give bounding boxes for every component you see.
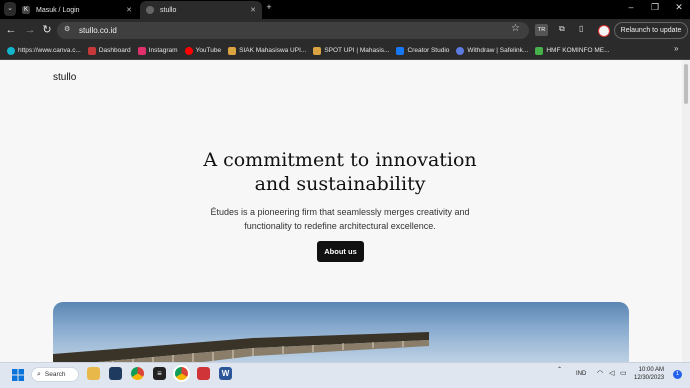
forward-icon[interactable]: → (23, 21, 37, 39)
tab-stullo[interactable]: stullo ✕ (140, 1, 262, 19)
upi-icon (313, 46, 322, 55)
search-label: Search (44, 371, 66, 378)
site-info-icon[interactable]: ⚙ (64, 25, 72, 35)
hero-subtext: Études is a pioneering firm that seamles… (200, 205, 480, 233)
bookmark-label: Instagram (148, 47, 178, 54)
scrollbar[interactable] (682, 60, 690, 362)
globe-icon (146, 6, 154, 14)
chrome-icon[interactable] (131, 367, 144, 380)
headline-line: A commitment to innovation (203, 149, 477, 171)
bookmark-hmf[interactable]: HMF KOMINFO ME... (535, 46, 610, 55)
youtube-icon (184, 46, 193, 55)
sidebar-icon[interactable]: ▯ (579, 24, 583, 33)
bookmark-withdraw[interactable]: Withdraw | Safelink... (456, 46, 529, 55)
time: 10:00 AM (638, 367, 665, 373)
windows-start-icon[interactable] (12, 368, 24, 381)
tab-label: Masuk / Login (36, 6, 80, 14)
new-tab-icon[interactable]: + (262, 2, 276, 12)
reload-icon[interactable]: ↻ (40, 21, 54, 39)
relaunch-button[interactable]: Relaunch to update (614, 22, 688, 39)
taskbar (0, 362, 690, 388)
subtext-line: Études is a pioneering firm that seamles… (210, 207, 470, 217)
search-icon: ⌕ (37, 370, 41, 378)
bookmark-label: SIAK Mahasiswa UPI... (239, 47, 307, 54)
site-logo[interactable]: stullo (53, 72, 76, 83)
bookmark-dashboard[interactable]: Dashboard (87, 46, 131, 55)
word-icon[interactable]: W (219, 367, 232, 380)
notification-badge[interactable]: 1 (673, 370, 682, 379)
wifi-icon[interactable]: ◠ (597, 369, 603, 377)
tab-label: stullo (160, 6, 177, 14)
bookmark-canva[interactable]: https://www.canva.c... (7, 46, 81, 55)
bookmark-siak[interactable]: SIAK Mahasiswa UPI... (228, 46, 307, 55)
hmf-icon (535, 46, 544, 55)
close-tab-icon[interactable]: ✕ (250, 6, 256, 14)
subtext-line: functionality to redefine architectural … (244, 221, 436, 231)
bookmark-label: HMF KOMINFO ME... (546, 47, 610, 54)
date: 12/30/2023 (634, 375, 665, 381)
hero-headline: A commitment to innovation and sustainab… (160, 148, 520, 196)
bookmark-youtube[interactable]: YouTube (184, 46, 222, 55)
about-us-button[interactable]: About us (317, 241, 364, 262)
dashboard-icon (87, 46, 96, 55)
bookmarks-bar: https://www.canva.c... Dashboard Instagr… (0, 42, 690, 60)
capcut-icon[interactable]: ≡ (153, 367, 166, 380)
headline-line: and sustainability (254, 173, 426, 195)
close-window-icon[interactable]: ✕ (672, 2, 686, 13)
safelink-icon (456, 46, 465, 55)
chrome-active-icon[interactable] (175, 367, 188, 380)
bookmarks-overflow-icon[interactable]: » (674, 44, 678, 53)
bookmark-instagram[interactable]: Instagram (137, 46, 178, 55)
scrollbar-thumb[interactable] (684, 64, 688, 104)
extension-badge[interactable]: TR (535, 24, 548, 36)
upi-icon (228, 46, 237, 55)
star-icon[interactable]: ☆ (511, 23, 520, 34)
bookmark-label: YouTube (195, 47, 222, 54)
creator-studio-icon (396, 46, 405, 55)
volume-icon[interactable]: ◁ (609, 369, 614, 377)
instagram-icon (137, 46, 146, 55)
minimize-icon[interactable]: – (624, 2, 638, 12)
bookmark-label: https://www.canva.c... (18, 47, 81, 54)
back-icon[interactable]: ← (4, 21, 18, 39)
extensions-icon[interactable]: ⧉ (559, 24, 565, 34)
bookmark-creator-studio[interactable]: Creator Studio (396, 46, 450, 55)
canva-icon (7, 46, 15, 55)
tray-overflow-icon[interactable]: ⌃ (557, 366, 562, 373)
file-explorer-icon[interactable] (87, 367, 100, 380)
k-icon: K (22, 6, 30, 14)
language-indicator[interactable]: IND (576, 371, 586, 377)
tab-masuk-login[interactable]: K Masuk / Login ✕ (22, 1, 138, 19)
bookmark-label: Creator Studio (407, 47, 450, 54)
bookmark-label: Dashboard (98, 47, 131, 54)
address-bar[interactable] (57, 22, 529, 39)
bookmark-label: SPOT UPI | Mahasis... (324, 47, 390, 54)
bookmark-spot[interactable]: SPOT UPI | Mahasis... (313, 46, 390, 55)
battery-icon[interactable]: ▭ (620, 369, 627, 377)
tab-search-icon[interactable]: ⌄ (4, 2, 16, 16)
url-text[interactable]: stullo.co.id (79, 22, 117, 39)
close-tab-icon[interactable]: ✕ (126, 6, 132, 14)
clock[interactable]: 10:00 AM 12/30/2023 (634, 366, 664, 382)
maximize-icon[interactable]: ❐ (648, 2, 662, 13)
snipping-tool-icon[interactable] (197, 367, 210, 380)
app-icon[interactable] (109, 367, 122, 380)
taskbar-search[interactable]: ⌕ Search (31, 367, 79, 382)
avatar[interactable] (598, 25, 610, 37)
bookmark-label: Withdraw | Safelink... (467, 47, 529, 54)
